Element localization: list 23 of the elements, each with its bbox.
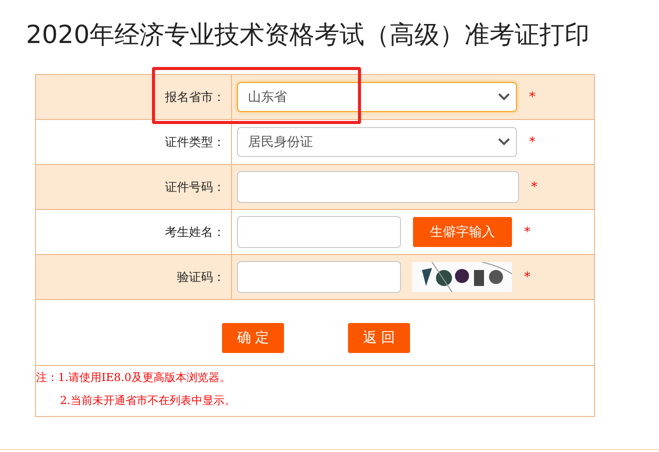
required-mark: * <box>524 270 530 284</box>
input-field[interactable] <box>237 216 401 248</box>
input-field[interactable] <box>237 171 519 203</box>
page-title: 2020年经济专业技术资格考试（高级）准考证打印 <box>25 19 591 51</box>
field-label: 证件类型： <box>165 134 225 150</box>
note-text: 2.当前未开通省市不在列表中显示。 <box>59 393 236 408</box>
input-field[interactable] <box>237 261 401 293</box>
field-label: 报名省市： <box>165 88 225 106</box>
required-mark: * <box>529 90 536 104</box>
dropdown-field[interactable]: 居民身份证 <box>237 127 517 157</box>
note-text: 注：1.请使用IE8.0及更高版本浏览器。 <box>36 370 232 385</box>
chevron-down-icon <box>498 93 510 101</box>
chevron-down-icon <box>498 138 510 146</box>
rare-character-button[interactable]: 生僻字输入 <box>413 217 512 247</box>
back-button[interactable]: 返 回 <box>348 322 410 352</box>
field-label: 验证码： <box>177 268 225 286</box>
required-mark: * <box>529 134 536 150</box>
required-mark: * <box>524 224 530 240</box>
field-label: 证件号码： <box>165 178 225 196</box>
field-label: 考生姓名： <box>165 224 225 240</box>
dropdown-field[interactable]: 山东省 <box>237 82 517 112</box>
required-mark: * <box>531 180 538 194</box>
confirm-button[interactable]: 确 定 <box>222 322 284 352</box>
